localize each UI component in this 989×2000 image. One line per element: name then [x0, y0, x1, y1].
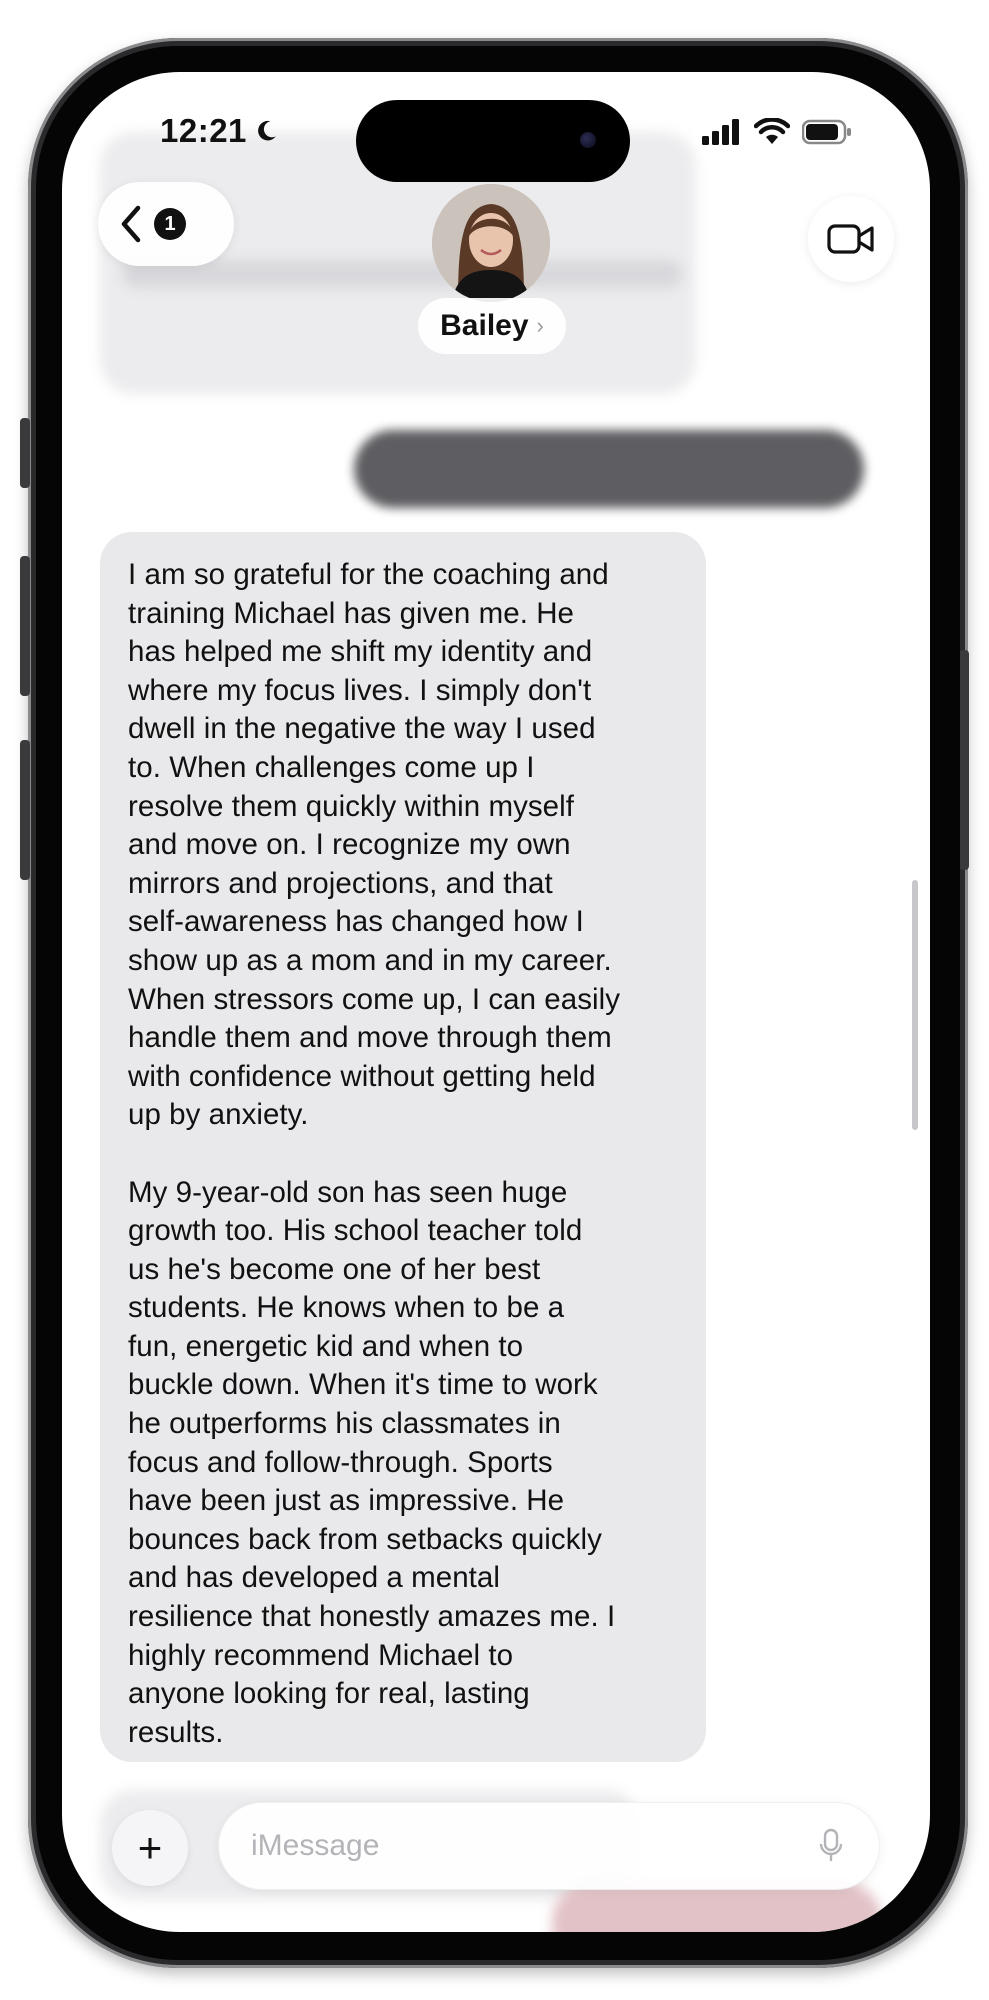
front-camera: [580, 132, 596, 148]
power-button: [959, 650, 969, 870]
video-camera-icon: [827, 224, 874, 254]
contact-avatar[interactable]: [432, 184, 550, 302]
blurred-sent-bubble: [354, 430, 864, 508]
avatar-photo: [432, 184, 550, 302]
wifi-icon: [754, 118, 790, 144]
chevron-right-icon: ›: [536, 313, 544, 338]
microphone-icon[interactable]: [819, 1828, 843, 1864]
status-icons: [702, 118, 852, 146]
scroll-indicator[interactable]: [912, 880, 918, 1130]
volume-down-button: [20, 740, 30, 880]
action-button: [20, 418, 30, 488]
battery-icon: [802, 119, 851, 145]
unread-count-badge: 1: [154, 208, 186, 240]
screen: 12:21 1 Bailey › I am so grateful for th…: [62, 72, 930, 1932]
dynamic-island: [356, 100, 630, 182]
blurred-text-line: [122, 260, 682, 288]
signal-icon: [702, 119, 739, 145]
plus-icon: +: [137, 1824, 163, 1871]
contact-name: Bailey: [440, 309, 529, 342]
volume-up-button: [20, 556, 30, 696]
contact-name-button[interactable]: Bailey ›: [418, 298, 566, 354]
imessage-input[interactable]: iMessage: [218, 1802, 880, 1890]
facetime-video-button[interactable]: [808, 196, 894, 282]
status-time: 12:21: [160, 112, 279, 150]
message-text: I am so grateful for the coaching and tr…: [128, 558, 621, 1749]
back-button[interactable]: 1: [98, 182, 234, 266]
apps-plus-button[interactable]: +: [112, 1810, 188, 1886]
received-message-bubble[interactable]: I am so grateful for the coaching and tr…: [100, 532, 706, 1762]
status-time-text: 12:21: [160, 112, 247, 149]
input-placeholder: iMessage: [251, 1829, 380, 1862]
back-chevron-icon: [121, 205, 141, 243]
moon-icon: [258, 120, 276, 141]
